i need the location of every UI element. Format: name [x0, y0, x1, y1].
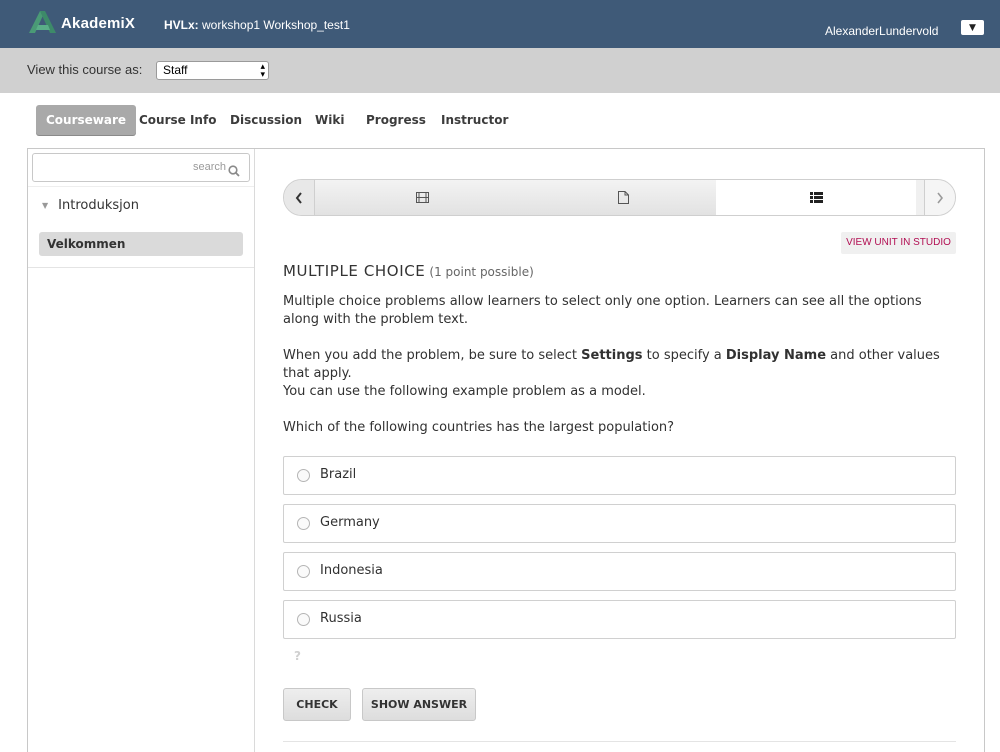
problem-question: Which of the following countries has the…	[283, 420, 675, 435]
logo-icon	[29, 11, 56, 33]
problem-intro: Multiple choice problems allow learners …	[283, 294, 922, 327]
problem-model-note: You can use the following example proble…	[283, 384, 646, 399]
caret-down-icon: ▼	[42, 201, 49, 210]
check-button[interactable]: CHECK	[283, 688, 351, 721]
problem-points: (1 point possible)	[429, 265, 534, 279]
sequence-unit-video[interactable]	[315, 180, 530, 215]
choice-germany[interactable]: Germany	[283, 504, 956, 543]
choice-label: Russia	[320, 611, 362, 626]
view-as-bar: View this course as: Staff ▴ ▾	[0, 48, 1000, 93]
search-input[interactable]: search	[32, 153, 250, 182]
view-as-selected: Staff	[163, 63, 188, 77]
sequence-prev-button[interactable]	[284, 180, 315, 215]
tab-discussion[interactable]: Discussion	[230, 105, 302, 135]
choice-label: Germany	[320, 515, 380, 530]
radio-button[interactable]	[297, 565, 310, 578]
radio-button[interactable]	[297, 517, 310, 530]
choice-label: Brazil	[320, 467, 357, 482]
sequence-unit-problem[interactable]	[716, 180, 916, 215]
sequence-unit-document[interactable]	[530, 180, 716, 215]
tab-wiki[interactable]: Wiki	[315, 105, 344, 135]
choice-indonesia[interactable]: Indonesia	[283, 552, 956, 591]
course-sidebar: search ▼ Introduksjon Velkommen	[28, 149, 255, 752]
settings-note-text: When you add the problem, be sure to sel…	[283, 348, 582, 363]
tab-instructor[interactable]: Instructor	[441, 105, 508, 135]
sequence-nav	[283, 179, 956, 216]
view-as-label: View this course as:	[27, 62, 143, 77]
logo[interactable]: AkademiX	[29, 9, 135, 33]
search-icon[interactable]	[228, 162, 240, 181]
problem-settings-note: When you add the problem, be sure to sel…	[283, 347, 955, 383]
course-name: workshop1 Workshop_test1	[198, 18, 350, 32]
settings-note-text: to specify a	[642, 348, 726, 363]
search-placeholder: search	[192, 161, 226, 173]
problem-title: MULTIPLE CHOICE (1 point possible)	[283, 262, 534, 280]
course-org: HVLx:	[164, 18, 199, 32]
logo-text: AkademiX	[61, 14, 136, 32]
choice-russia[interactable]: Russia	[283, 600, 956, 639]
chevron-right-icon	[937, 192, 944, 203]
radio-button[interactable]	[297, 613, 310, 626]
tab-progress[interactable]: Progress	[366, 105, 426, 135]
problem-title-text: MULTIPLE CHOICE	[283, 262, 426, 280]
user-menu-button[interactable]: ▼	[961, 20, 984, 35]
choice-label: Indonesia	[320, 563, 383, 578]
divider	[28, 267, 254, 268]
view-in-studio-button[interactable]: VIEW UNIT IN STUDIO	[841, 232, 956, 254]
document-icon	[617, 191, 629, 204]
status-unanswered-icon: ?	[294, 649, 301, 663]
course-title: HVLx: workshop1 Workshop_test1	[164, 18, 350, 32]
choice-brazil[interactable]: Brazil	[283, 456, 956, 495]
course-content-frame: search ▼ Introduksjon Velkommen VIEW UNI…	[27, 148, 985, 752]
divider	[283, 741, 956, 742]
view-as-select[interactable]: Staff ▴ ▾	[156, 61, 269, 80]
settings-note-bold: Settings	[581, 348, 643, 363]
divider	[28, 186, 254, 187]
sequence-next-button[interactable]	[924, 180, 955, 215]
chevron-down-icon: ▼	[969, 22, 976, 33]
username[interactable]: AlexanderLundervold	[825, 24, 938, 38]
chapter-introduksjon[interactable]: ▼ Introduksjon	[42, 198, 139, 213]
tab-course-info[interactable]: Course Info	[139, 105, 216, 135]
top-header: AkademiX HVLx: workshop1 Workshop_test1 …	[0, 0, 1000, 48]
select-arrows-icon: ▴ ▾	[260, 61, 265, 79]
chevron-left-icon	[295, 191, 302, 204]
tab-courseware[interactable]: Courseware	[36, 105, 137, 135]
radio-button[interactable]	[297, 469, 310, 482]
chapter-label: Introduksjon	[58, 198, 139, 213]
show-answer-button[interactable]: SHOW ANSWER	[362, 688, 476, 721]
list-icon	[809, 192, 823, 203]
video-icon	[416, 192, 429, 203]
section-velkommen[interactable]: Velkommen	[39, 232, 243, 256]
settings-note-bold: Display Name	[725, 348, 827, 363]
